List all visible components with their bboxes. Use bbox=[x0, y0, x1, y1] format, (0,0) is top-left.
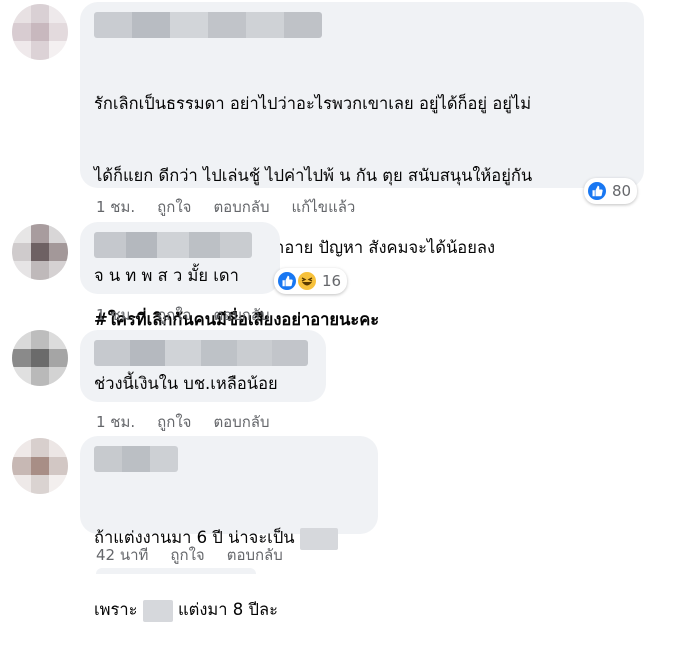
haha-icon bbox=[296, 270, 318, 292]
comment-bubble: จ น ท พ ส ว มั้ย เดา bbox=[80, 222, 280, 294]
blurred-author-name[interactable] bbox=[94, 12, 322, 38]
like-button[interactable]: ถูกใจ bbox=[157, 410, 191, 434]
timestamp[interactable]: 42 นาที bbox=[96, 543, 148, 567]
reply-button[interactable]: ตอบกลับ bbox=[213, 303, 269, 327]
timestamp[interactable]: 1 ชม. bbox=[96, 195, 135, 219]
like-button[interactable]: ถูกใจ bbox=[157, 303, 191, 327]
comment-bubble: ถ้าแต่งงานมา 6 ปี น่าจะเป็น เพราะ แต่งมา… bbox=[80, 436, 378, 622]
timestamp[interactable]: 1 ชม. bbox=[96, 303, 135, 327]
avatar[interactable] bbox=[12, 4, 68, 60]
comment-actions: 1 ชม. ถูกใจ ตอบกลับ bbox=[96, 303, 270, 327]
like-icon bbox=[586, 180, 608, 202]
comment-bubble: รักเลิกเป็นธรรมดา อย่าไปว่าอะไรพวกเขาเลย… bbox=[80, 2, 644, 401]
avatar[interactable] bbox=[12, 224, 68, 280]
blurred-author-name[interactable] bbox=[94, 446, 178, 472]
comment-actions: 42 นาที ถูกใจ ตอบกลับ bbox=[96, 543, 283, 567]
blurred-author-name[interactable] bbox=[94, 340, 308, 366]
like-button[interactable]: ถูกใจ bbox=[170, 543, 204, 567]
blurred-word bbox=[299, 527, 338, 550]
reaction-summary[interactable]: 80 bbox=[584, 178, 638, 204]
comment-text: จ น ท พ ส ว มั้ย เดา bbox=[94, 266, 239, 285]
reply-button[interactable]: ตอบกลับ bbox=[213, 410, 269, 434]
comment-text: ถ้าแต่งงานมา 6 ปี น่าจะเป็น เพราะ แต่งมา… bbox=[94, 478, 364, 670]
timestamp[interactable]: 1 ชม. bbox=[96, 410, 135, 434]
comment-actions: 1 ชม. ถูกใจ ตอบกลับ bbox=[96, 410, 270, 434]
reply-button[interactable]: ตอบกลับ bbox=[227, 543, 283, 567]
comment-bubble: ช่วงนี้เงินใน บช.เหลือน้อย bbox=[80, 330, 326, 402]
comment-text: ช่วงนี้เงินใน บช.เหลือน้อย bbox=[94, 374, 278, 393]
blurred-author-name[interactable] bbox=[94, 232, 252, 258]
avatar[interactable] bbox=[12, 438, 68, 494]
comment-actions: 1 ชม. ถูกใจ ตอบกลับ แก้ไขแล้ว bbox=[96, 195, 355, 219]
edited-label[interactable]: แก้ไขแล้ว bbox=[292, 195, 356, 219]
reply-button[interactable]: ตอบกลับ bbox=[213, 195, 269, 219]
reaction-summary[interactable]: 16 bbox=[274, 268, 348, 294]
like-button[interactable]: ถูกใจ bbox=[157, 195, 191, 219]
blurred-word bbox=[142, 599, 173, 622]
avatar[interactable] bbox=[12, 330, 68, 386]
next-comment-partial bbox=[96, 568, 256, 574]
like-icon bbox=[276, 270, 298, 292]
